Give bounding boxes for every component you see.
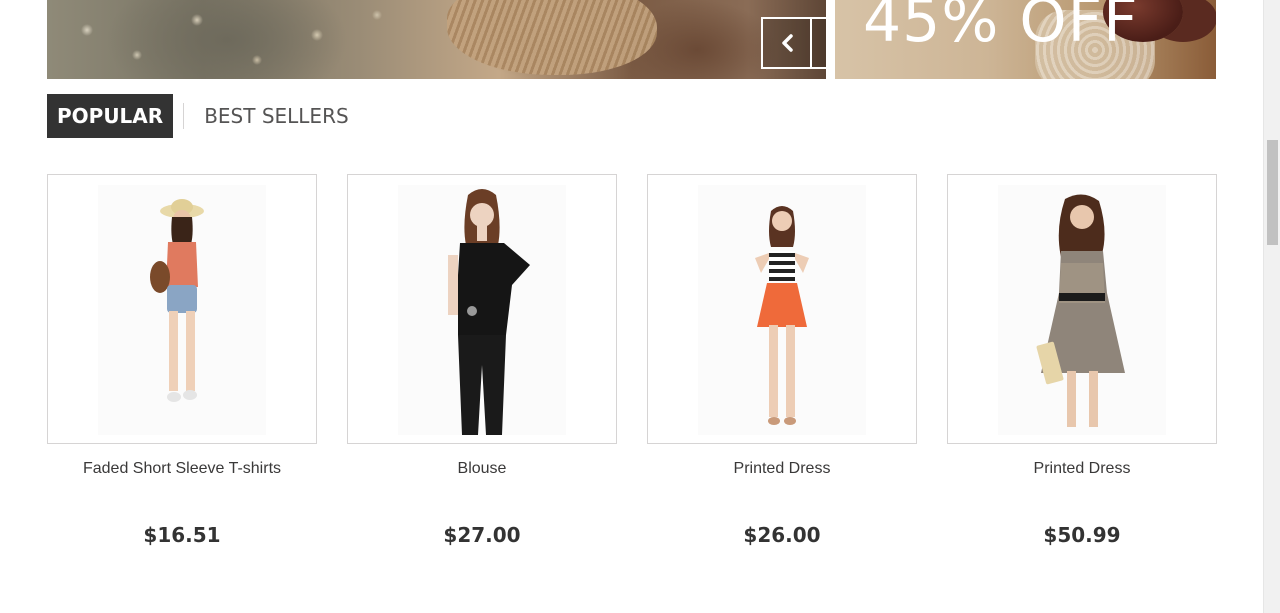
product-photo-model	[755, 206, 809, 425]
homepage-slider[interactable]	[47, 0, 826, 79]
product-photo-model	[1036, 194, 1125, 427]
product-card: Printed Dress $50.99	[947, 174, 1217, 547]
slider-controls	[761, 17, 826, 69]
promo-text: 45% OFF	[863, 0, 1139, 56]
tab-divider	[183, 103, 185, 129]
product-photo-model	[448, 189, 530, 435]
chevron-left-icon	[781, 34, 793, 52]
product-price: $26.00	[743, 523, 821, 547]
product-list: Faded Short Sleeve T-shirts $16.51 Blous…	[47, 174, 1217, 547]
page-scrollbar[interactable]	[1263, 0, 1280, 613]
slider-prev-button[interactable]	[761, 17, 812, 69]
product-name[interactable]: Printed Dress	[647, 459, 917, 479]
product-image[interactable]	[47, 174, 317, 444]
product-tabs: POPULAR BEST SELLERS	[47, 94, 359, 138]
tab-best-sellers[interactable]: BEST SELLERS	[194, 94, 358, 138]
product-name[interactable]: Blouse	[347, 459, 617, 479]
slider-next-button[interactable]	[810, 17, 826, 69]
product-card: Printed Dress $26.00	[647, 174, 917, 547]
product-image[interactable]	[947, 174, 1217, 444]
slider-image-knit-scarf	[447, 0, 657, 75]
product-card: Faded Short Sleeve T-shirts $16.51	[47, 174, 317, 547]
product-card: Blouse $27.00	[347, 174, 617, 547]
slider-image-flowers	[47, 0, 427, 79]
tab-popular[interactable]: POPULAR	[47, 94, 174, 138]
product-photo-model	[150, 199, 204, 402]
product-image[interactable]	[647, 174, 917, 444]
product-price: $27.00	[443, 523, 521, 547]
product-price: $16.51	[143, 523, 221, 547]
product-name[interactable]: Printed Dress	[947, 459, 1217, 479]
product-image[interactable]	[347, 174, 617, 444]
product-price: $50.99	[1043, 523, 1121, 547]
product-name[interactable]: Faded Short Sleeve T-shirts	[47, 459, 317, 479]
scrollbar-thumb[interactable]	[1267, 140, 1278, 245]
promo-banner[interactable]: 45% OFF	[835, 0, 1216, 79]
